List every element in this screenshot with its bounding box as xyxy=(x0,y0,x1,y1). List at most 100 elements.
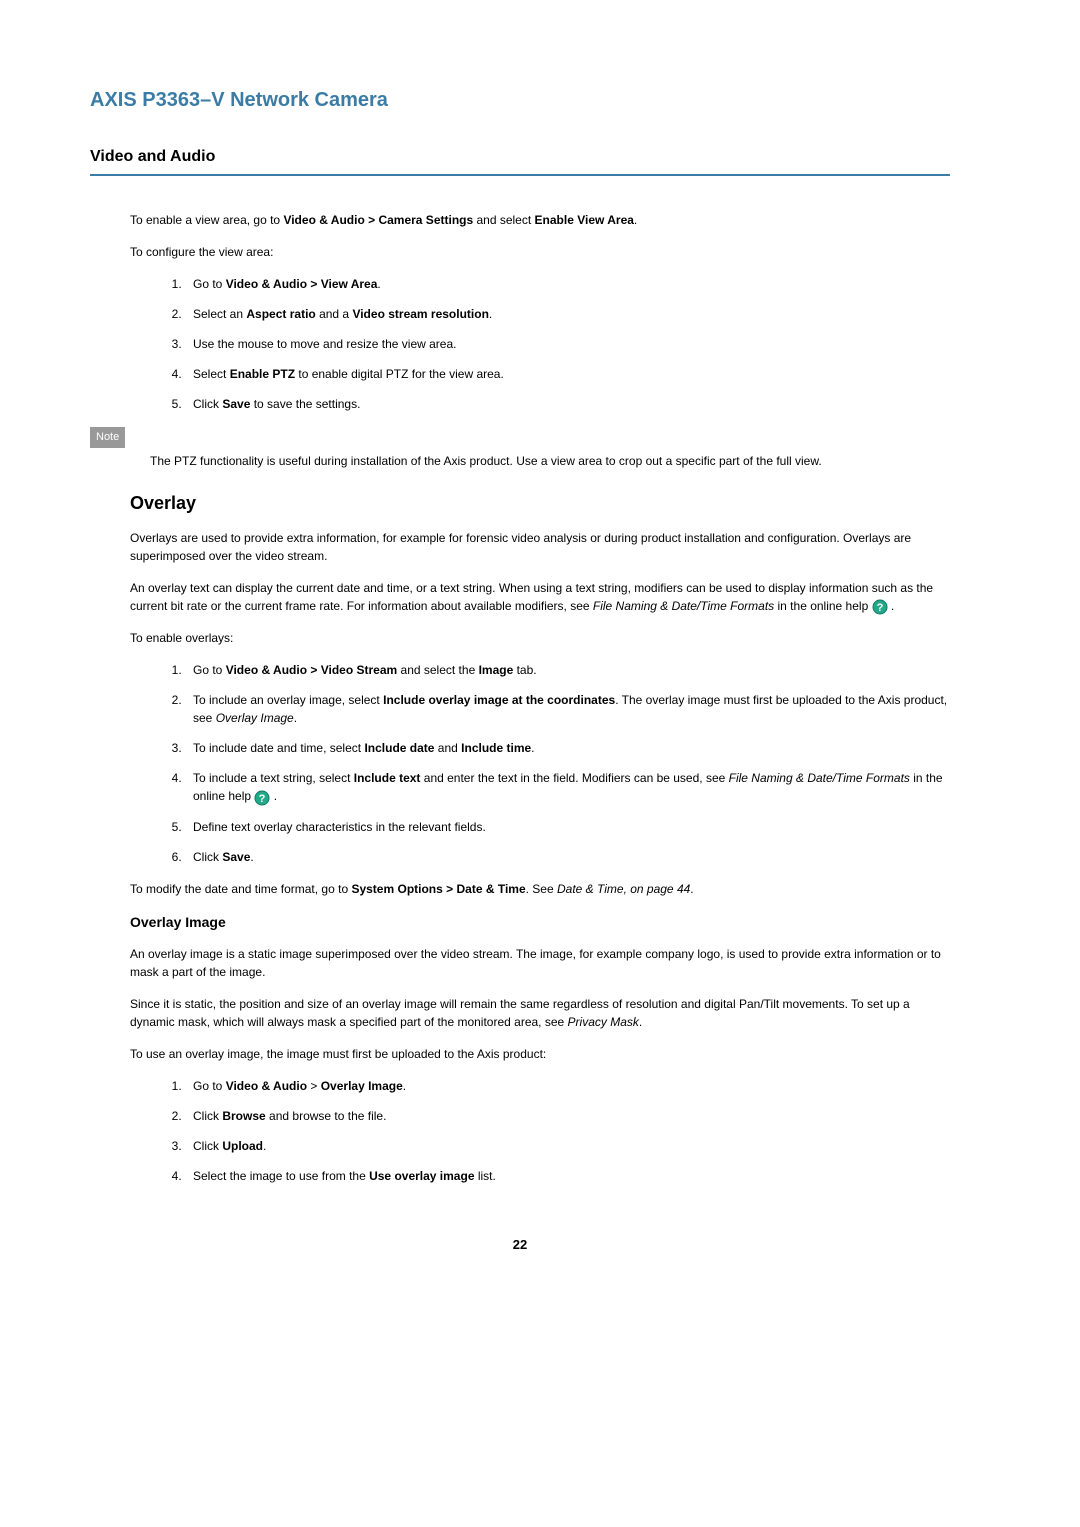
text-fragment: and xyxy=(434,741,461,755)
text-fragment: To include a text string, select xyxy=(193,771,354,785)
text-fragment: Click xyxy=(193,850,222,864)
path-text: Video & Audio > View Area xyxy=(226,277,378,291)
enable-view-area-para: To enable a view area, go to Video & Aud… xyxy=(130,211,950,229)
text-fragment: Since it is static, the position and siz… xyxy=(130,997,910,1029)
bold-text: Enable PTZ xyxy=(230,367,295,381)
text-fragment: and enter the text in the field. Modifie… xyxy=(420,771,728,785)
list-item: To include a text string, select Include… xyxy=(185,769,950,806)
svg-text:?: ? xyxy=(876,602,883,614)
italic-text: File Naming & Date/Time Formats xyxy=(593,599,774,613)
overlay-image-para3: To use an overlay image, the image must … xyxy=(130,1045,950,1063)
note-content: The PTZ functionality is useful during i… xyxy=(150,452,950,470)
list-item: Use the mouse to move and resize the vie… xyxy=(185,335,950,353)
italic-text: Privacy Mask xyxy=(568,1015,639,1029)
overlay-image-heading: Overlay Image xyxy=(130,912,950,933)
text-fragment: . xyxy=(294,711,297,725)
text-fragment: list. xyxy=(475,1169,496,1183)
configure-intro: To configure the view area: xyxy=(130,243,950,261)
text-fragment: . xyxy=(634,213,637,227)
bold-text: Include overlay image at the coordinates xyxy=(383,693,615,707)
overlay-image-para2: Since it is static, the position and siz… xyxy=(130,995,950,1031)
overlay-heading: Overlay xyxy=(130,490,950,517)
svg-text:?: ? xyxy=(259,793,266,805)
list-item: Select Enable PTZ to enable digital PTZ … xyxy=(185,365,950,383)
text-fragment: in the online help xyxy=(774,599,871,613)
text-fragment: Click xyxy=(193,397,222,411)
list-item: Click Save to save the settings. xyxy=(185,395,950,413)
bold-text: Aspect ratio xyxy=(246,307,315,321)
overlay-image-steps-list: Go to Video & Audio > Overlay Image. Cli… xyxy=(185,1077,950,1185)
text-fragment: To include date and time, select xyxy=(193,741,364,755)
bold-text: Image xyxy=(479,663,514,677)
text-fragment: Click xyxy=(193,1139,222,1153)
help-icon: ? xyxy=(254,788,270,806)
page-number: 22 xyxy=(90,1235,950,1255)
text-fragment: Go to xyxy=(193,663,226,677)
enable-overlays-intro: To enable overlays: xyxy=(130,629,950,647)
text-fragment: . xyxy=(403,1079,406,1093)
text-fragment: . xyxy=(270,789,277,803)
text-fragment: to save the settings. xyxy=(250,397,360,411)
bold-text: Include time xyxy=(461,741,531,755)
text-fragment: and select xyxy=(473,213,534,227)
text-fragment: . xyxy=(888,599,895,613)
text-fragment: . xyxy=(639,1015,642,1029)
list-item: Select the image to use from the Use ove… xyxy=(185,1167,950,1185)
bold-text: Browse xyxy=(222,1109,265,1123)
text-fragment: . xyxy=(263,1139,266,1153)
path-text: Video & Audio xyxy=(226,1079,307,1093)
list-item: Go to Video & Audio > Overlay Image. xyxy=(185,1077,950,1095)
italic-text: Overlay Image xyxy=(216,711,294,725)
text-fragment: to enable digital PTZ for the view area. xyxy=(295,367,504,381)
text-fragment: . xyxy=(531,741,534,755)
overlay-para2: An overlay text can display the current … xyxy=(130,579,950,616)
bold-text: Include text xyxy=(354,771,421,785)
list-item: Click Save. xyxy=(185,848,950,866)
list-item: Select an Aspect ratio and a Video strea… xyxy=(185,305,950,323)
bold-text: Save xyxy=(222,397,250,411)
text-fragment: and select the xyxy=(397,663,478,677)
italic-text: Date & Time, on page 44 xyxy=(557,882,690,896)
list-item: To include date and time, select Include… xyxy=(185,739,950,757)
list-item: Go to Video & Audio > Video Stream and s… xyxy=(185,661,950,679)
text-fragment: . xyxy=(690,882,693,896)
text-fragment: To modify the date and time format, go t… xyxy=(130,882,351,896)
text-fragment: Select xyxy=(193,367,230,381)
path-text: Video & Audio > Video Stream xyxy=(226,663,398,677)
section-divider xyxy=(90,174,950,176)
list-item: Go to Video & Audio > View Area. xyxy=(185,275,950,293)
list-item: Define text overlay characteristics in t… xyxy=(185,818,950,836)
configure-steps-list: Go to Video & Audio > View Area. Select … xyxy=(185,275,950,413)
path-text: Overlay Image xyxy=(321,1079,403,1093)
list-item: Click Upload. xyxy=(185,1137,950,1155)
path-text: Video & Audio > Camera Settings xyxy=(283,213,473,227)
text-fragment: To include an overlay image, select xyxy=(193,693,383,707)
modify-date-para: To modify the date and time format, go t… xyxy=(130,880,950,898)
overlay-steps-list: Go to Video & Audio > Video Stream and s… xyxy=(185,661,950,866)
bold-text: Save xyxy=(222,850,250,864)
text-fragment: Go to xyxy=(193,1079,226,1093)
bold-text: Include date xyxy=(364,741,434,755)
italic-text: File Naming & Date/Time Formats xyxy=(729,771,910,785)
bold-text: Use overlay image xyxy=(369,1169,474,1183)
path-text: System Options > Date & Time xyxy=(351,882,525,896)
note-badge: Note xyxy=(90,427,125,448)
section-title: Video and Audio xyxy=(90,145,950,169)
text-fragment: Select an xyxy=(193,307,246,321)
text-fragment: . xyxy=(250,850,253,864)
text-fragment: To enable a view area, go to xyxy=(130,213,283,227)
text-fragment: . xyxy=(489,307,492,321)
bold-text: Video stream resolution xyxy=(352,307,488,321)
product-title: AXIS P3363–V Network Camera xyxy=(90,85,950,115)
text-fragment: Click xyxy=(193,1109,222,1123)
text-fragment: Select the image to use from the xyxy=(193,1169,369,1183)
text-fragment: . See xyxy=(526,882,557,896)
text-fragment: . xyxy=(377,277,380,291)
action-text: Enable View Area xyxy=(535,213,634,227)
overlay-image-para1: An overlay image is a static image super… xyxy=(130,945,950,981)
list-item: Click Browse and browse to the file. xyxy=(185,1107,950,1125)
help-icon: ? xyxy=(872,597,888,615)
text-fragment: tab. xyxy=(513,663,536,677)
text-fragment: > xyxy=(307,1079,321,1093)
bold-text: Upload xyxy=(222,1139,263,1153)
